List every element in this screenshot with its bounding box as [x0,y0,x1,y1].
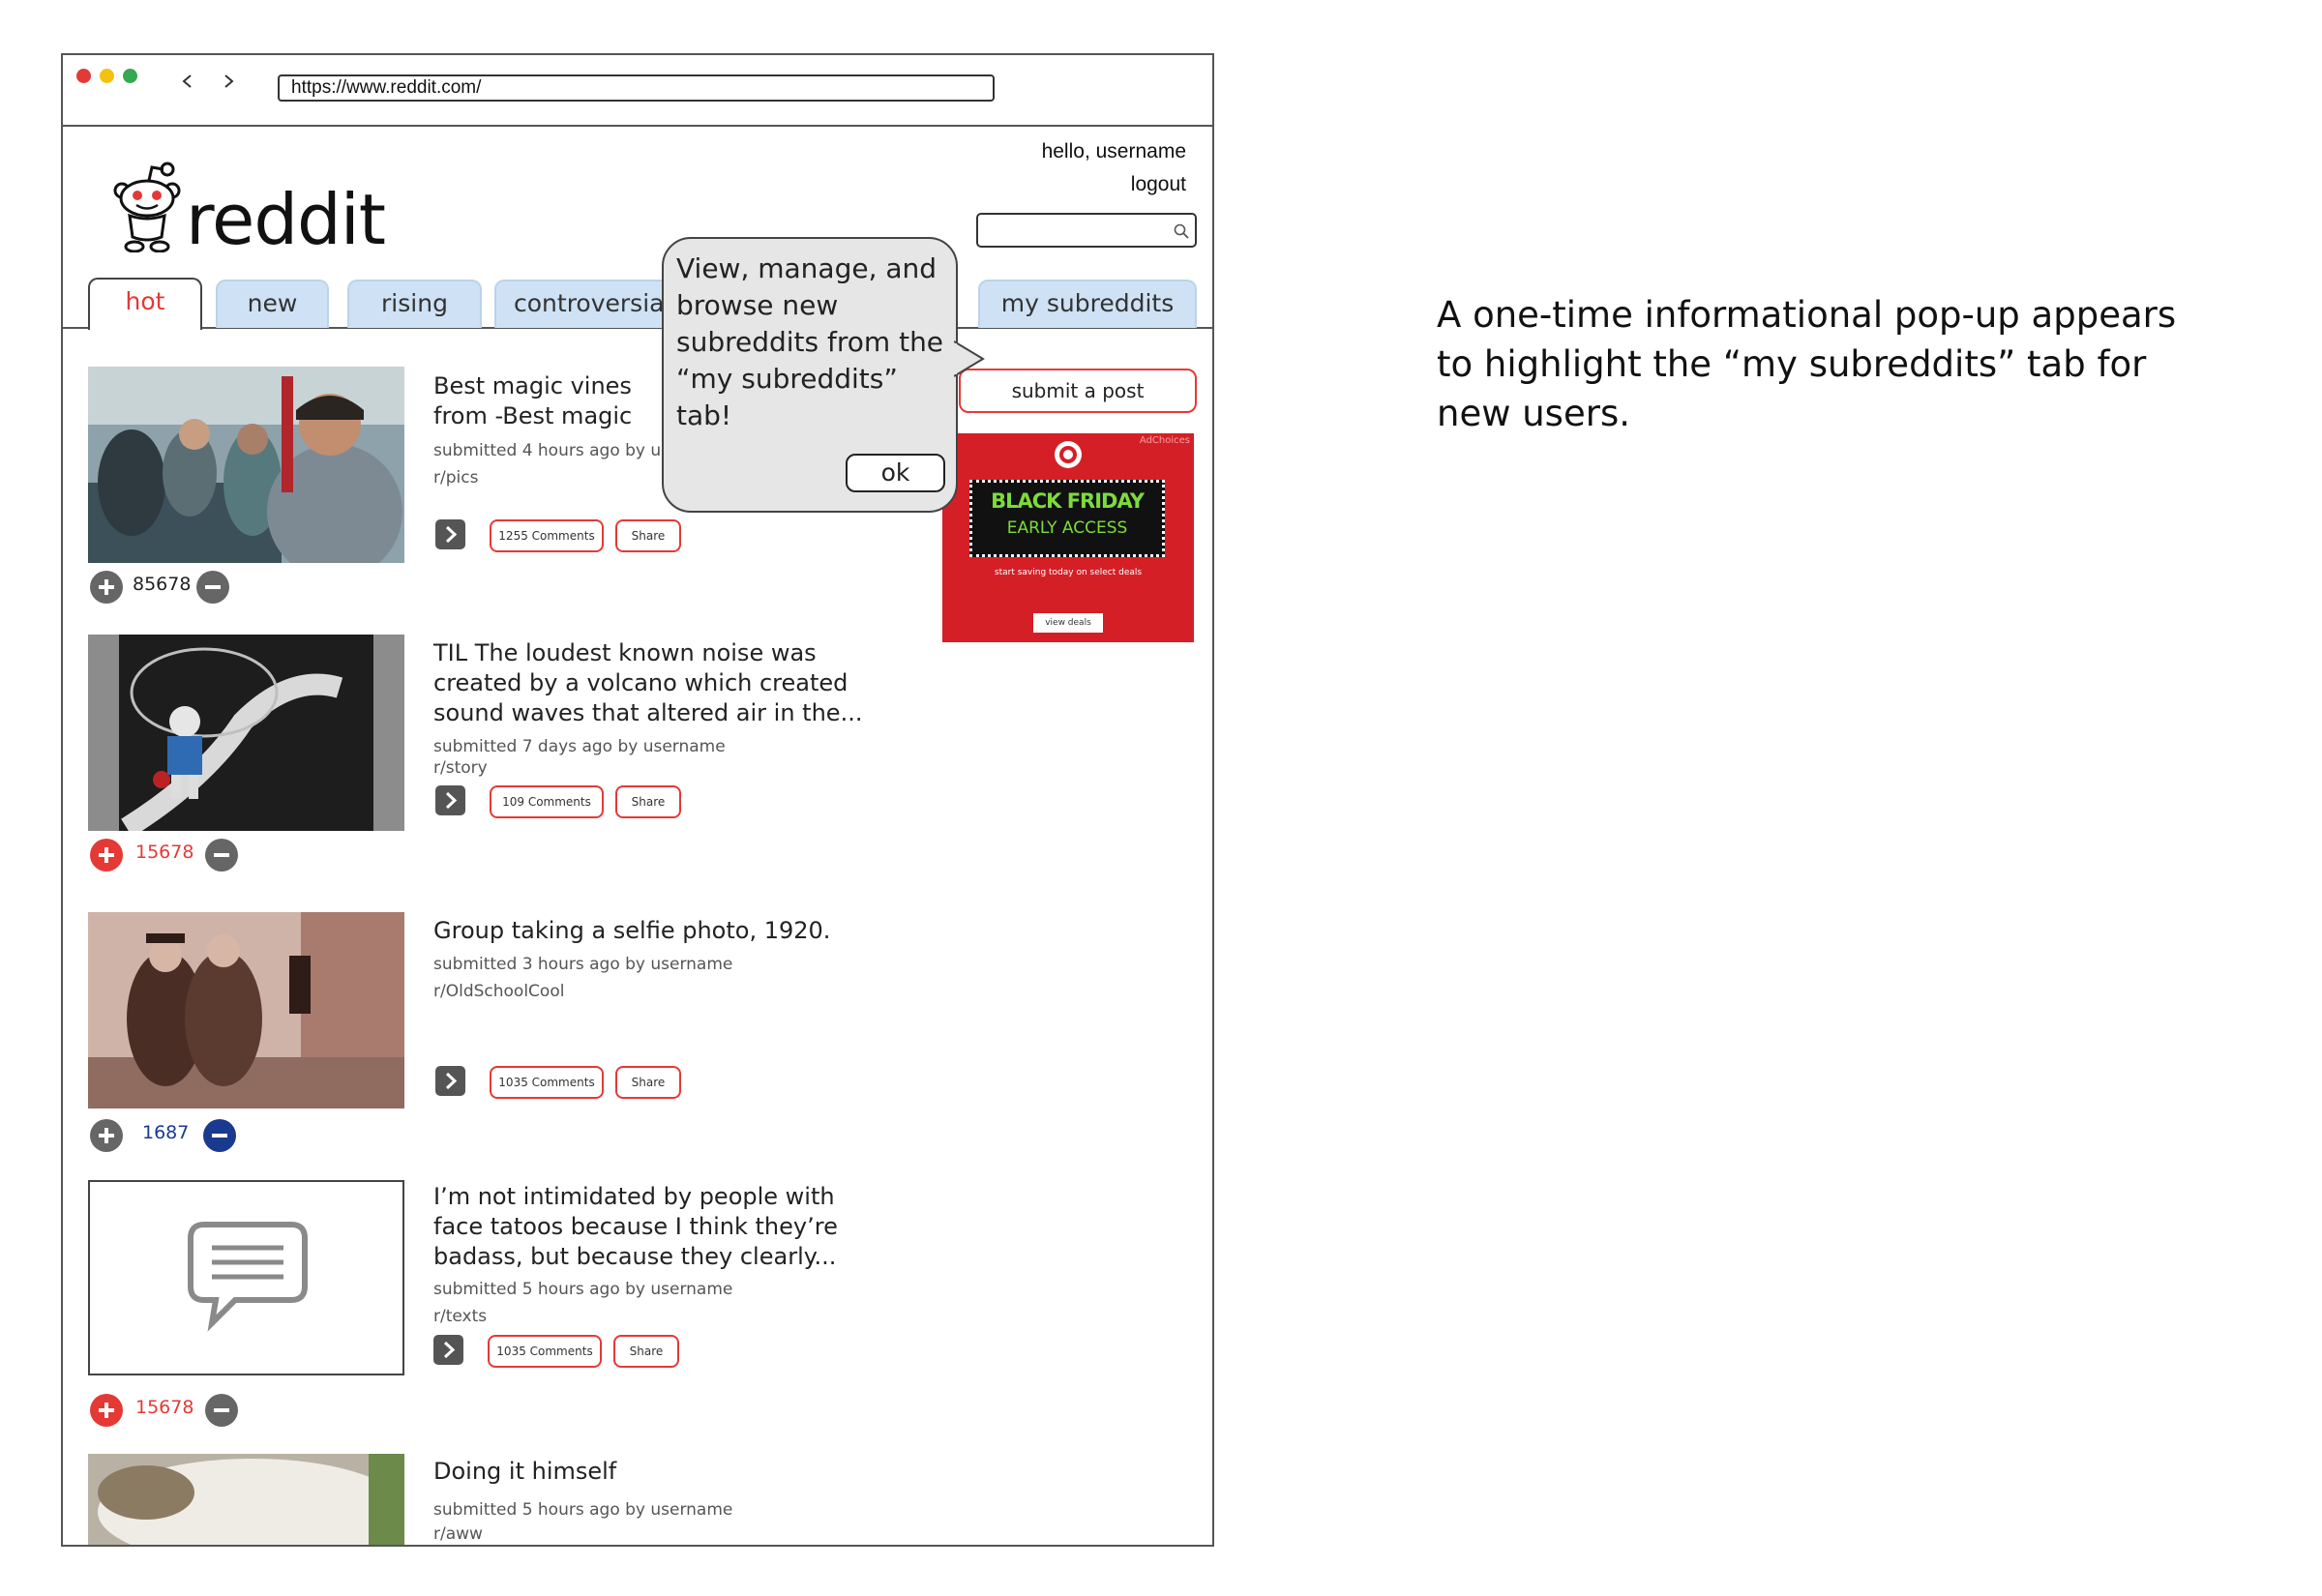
ad-cta-button[interactable]: view deals [1033,613,1103,633]
minus-icon [205,585,221,589]
dog-photo-image [88,1454,404,1545]
post-subreddit[interactable]: r/texts [433,1304,487,1330]
vote-count: 15678 [135,1397,194,1418]
post-title[interactable]: TIL The loudest known noise was created … [433,638,908,728]
vote-count: 15678 [135,842,194,863]
tab-rising[interactable]: rising [347,280,482,328]
comments-button[interactable]: 1035 Comments [488,1335,602,1368]
browser-toolbar: https://www.reddit.com/ [63,55,1212,127]
post-title[interactable]: Group taking a selfie photo, 1920. [433,916,908,946]
expand-button[interactable] [435,1066,465,1096]
share-button[interactable]: Share [615,519,681,552]
post-thumbnail[interactable] [88,367,404,563]
post-title[interactable]: Best magic vines from -Best magic tricks… [433,371,661,431]
upvote-button[interactable] [90,571,123,604]
tab-new[interactable]: new [216,280,329,328]
minus-icon [212,1134,227,1138]
chevron-right-icon [445,791,458,810]
post-thumbnail[interactable] [88,912,404,1108]
vintage-selfie-image [88,912,404,1108]
reddit-wordmark[interactable]: reddit [186,179,386,260]
post-submitted: submitted 4 hours ago by use [433,441,666,460]
upvote-button[interactable] [90,1394,123,1427]
search-icon[interactable] [1174,223,1189,239]
maximize-window-button[interactable] [123,69,137,83]
plus-icon [99,579,114,595]
submit-post-button[interactable]: submit a post [959,369,1197,413]
share-button[interactable]: Share [613,1335,679,1368]
illustration-image [88,635,404,831]
post-thumbnail[interactable] [88,1180,404,1375]
minus-icon [214,853,229,857]
post-subreddit[interactable]: r/aww [433,1522,483,1545]
post-subreddit[interactable]: r/pics [433,465,478,491]
comments-button[interactable]: 1035 Comments [490,1066,604,1099]
vote-count: 1687 [142,1122,190,1143]
popup-pointer [954,340,985,377]
airplane-passengers-image [88,367,404,563]
post-submitted: submitted 5 hours ago by username [433,1280,733,1299]
post-title[interactable]: Doing it himself [433,1457,908,1487]
chevron-right-icon [445,525,458,544]
share-button[interactable]: Share [615,1066,681,1099]
logout-link[interactable]: logout [1131,173,1186,196]
upvote-button[interactable] [90,1119,123,1152]
post-submitted: submitted 5 hours ago by username [433,1500,733,1520]
upvote-button[interactable] [90,839,123,872]
chevron-right-icon [443,1341,456,1359]
annotation-caption: A one-time informational pop-up appears … [1437,294,2177,434]
downvote-button[interactable] [205,1394,238,1427]
tab-controversial[interactable]: controversial [494,280,688,328]
share-button[interactable]: Share [615,785,681,818]
advertisement-banner[interactable]: AdChoices BLACK FRIDAY EARLY ACCESS star… [942,433,1194,642]
post-thumbnail[interactable] [88,635,404,831]
close-window-button[interactable] [76,69,91,83]
text-post-speech-bubble-icon [188,1222,308,1332]
back-arrow-icon[interactable] [181,74,194,88]
expand-button[interactable] [435,785,465,815]
user-greeting: hello, username [1041,140,1186,163]
post-title[interactable]: I’m not intimidated by people with face … [433,1182,888,1272]
post-subreddit[interactable]: r/story [433,755,488,782]
plus-icon [99,847,114,863]
reddit-alien-logo [113,162,181,252]
minus-icon [214,1408,229,1412]
expand-button[interactable] [435,519,465,549]
downvote-button[interactable] [196,571,229,604]
popup-message: View, manage, and browse new subreddits … [676,252,944,431]
target-logo-icon [1055,441,1082,468]
ad-subheadline: EARLY ACCESS [1006,518,1128,538]
info-popup: View, manage, and browse new subreddits … [662,237,958,513]
browser-window: https://www.reddit.com/ reddit hello, us… [61,53,1214,1547]
search-input[interactable] [976,213,1197,248]
post-thumbnail[interactable] [88,1454,404,1545]
vote-count: 85678 [133,574,192,595]
popup-ok-button[interactable]: ok [846,454,945,492]
post-submitted: submitted 3 hours ago by username [433,955,733,974]
adchoices-label[interactable]: AdChoices [1140,435,1190,446]
comments-button[interactable]: 1255 Comments [490,519,604,552]
comments-button[interactable]: 109 Comments [490,785,604,818]
address-bar[interactable]: https://www.reddit.com/ [278,74,995,102]
post-subreddit[interactable]: r/OldSchoolCool [433,979,564,1005]
ad-tagline: start saving today on select deals [994,568,1143,577]
plus-icon [99,1128,114,1143]
downvote-button[interactable] [203,1119,236,1152]
expand-button[interactable] [433,1335,463,1365]
plus-icon [99,1403,114,1418]
tab-my-subreddits[interactable]: my subreddits [978,280,1197,328]
chevron-right-icon [445,1072,458,1090]
forward-arrow-icon[interactable] [222,74,235,88]
tab-hot[interactable]: hot [88,278,202,330]
downvote-button[interactable] [205,839,238,872]
minimize-window-button[interactable] [100,69,114,83]
ad-headline: BLACK FRIDAY [991,489,1145,513]
